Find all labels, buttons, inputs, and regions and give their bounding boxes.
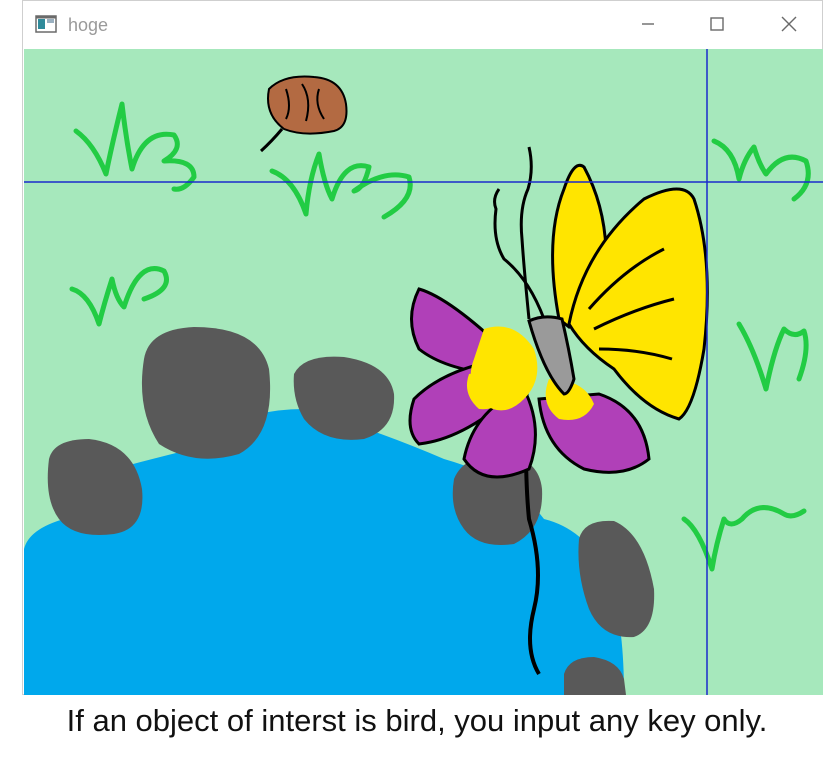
- rock: [141, 327, 271, 459]
- title-bar[interactable]: hoge: [23, 1, 822, 49]
- close-icon: [781, 16, 797, 32]
- maximize-button[interactable]: [687, 1, 747, 47]
- window-title: hoge: [68, 15, 109, 35]
- minimize-button[interactable]: [618, 1, 678, 47]
- close-button[interactable]: [759, 1, 819, 47]
- app-window-icon: [35, 15, 57, 33]
- minimize-icon: [642, 23, 654, 25]
- image-canvas[interactable]: [24, 49, 823, 695]
- maximize-icon: [710, 17, 724, 31]
- instruction-caption: If an object of interst is bird, you inp…: [66, 703, 768, 738]
- scene-drawing: [24, 49, 823, 695]
- image-window: hoge: [22, 0, 823, 695]
